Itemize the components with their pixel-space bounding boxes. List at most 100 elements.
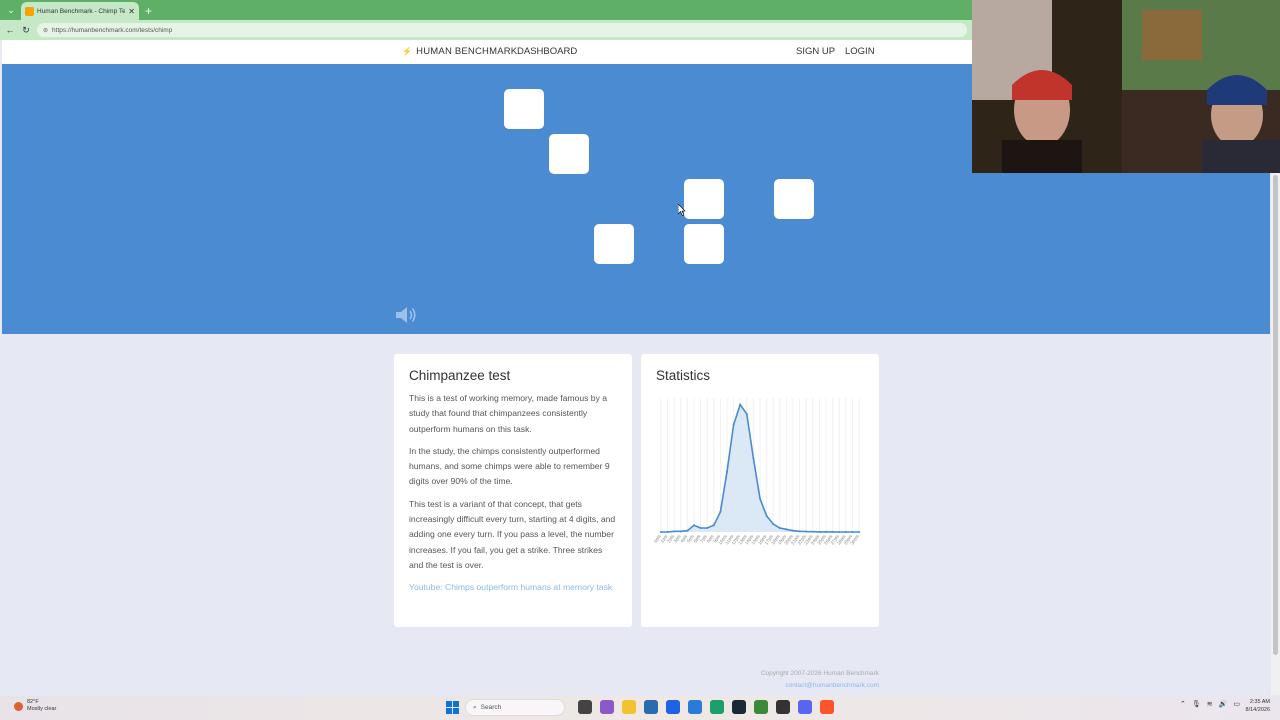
volume-icon[interactable]: 🔊	[1219, 700, 1228, 708]
tab-list-icon[interactable]: ⌄	[3, 2, 19, 18]
statistics-title: Statistics	[656, 368, 711, 383]
back-icon[interactable]: ←	[5, 25, 15, 35]
data-point	[785, 528, 788, 531]
new-tab-icon[interactable]: +	[145, 4, 152, 18]
data-point	[851, 531, 854, 533]
data-point	[739, 403, 742, 406]
footer: Copyright 2007-2026 Human Benchmark cont…	[761, 668, 879, 692]
dropbox-icon[interactable]	[666, 700, 680, 714]
browser-tab[interactable]: Human Benchmark - Chimp Te ✕	[21, 2, 139, 20]
number-tile[interactable]	[504, 89, 544, 129]
url-field[interactable]: ⊜ https://humanbenchmark.com/tests/chimp	[37, 23, 967, 37]
task-view-icon[interactable]	[578, 700, 592, 714]
steam-icon[interactable]	[732, 700, 746, 714]
data-point	[778, 526, 781, 529]
taskbar-search[interactable]: ⌕ Search	[465, 699, 565, 716]
clock-date: 8/14/2026	[1245, 706, 1270, 713]
weather-icon	[14, 701, 23, 711]
data-point	[660, 531, 662, 533]
mail-icon[interactable]	[688, 700, 702, 714]
data-point	[759, 497, 761, 500]
favicon-icon	[25, 6, 34, 16]
data-point	[712, 524, 715, 527]
statistics-card: Statistics 0pts 1pts 2pts 3pts 4pts 5pts 6pts 7…	[641, 354, 879, 627]
number-tile[interactable]	[774, 179, 814, 219]
reload-icon[interactable]: ↻	[21, 25, 31, 36]
about-title: Chimpanzee test	[409, 368, 511, 383]
clock-time: 2:35 AM	[1249, 699, 1270, 705]
data-point	[838, 531, 841, 533]
taskbar: 82°F Mostly clear ⌕ Search ⌃ 🎙 ≋ 🔊 ▭ 2:3…	[0, 696, 1280, 720]
weather-temp: 82°F	[27, 699, 39, 705]
data-point	[844, 531, 847, 533]
system-tray: ⌃ 🎙 ≋ 🔊 ▭	[1180, 700, 1240, 708]
page-scrollbar[interactable]	[1271, 173, 1280, 695]
windows-start-icon[interactable]	[446, 701, 459, 714]
weather-condition: Mostly clear	[27, 706, 57, 712]
number-tile[interactable]	[684, 224, 724, 264]
search-icon: ⌕	[473, 703, 477, 711]
about-paragraph-2: In the study, the chimps consistently ou…	[409, 445, 610, 487]
data-point	[772, 522, 775, 525]
wifi-icon[interactable]: ≋	[1207, 700, 1213, 708]
site-info-icon[interactable]: ⊜	[43, 27, 48, 34]
number-tile[interactable]	[549, 134, 589, 174]
copyright-text: Copyright 2007-2026 Human Benchmark	[760, 670, 879, 677]
data-point	[693, 524, 695, 527]
file-explorer-icon[interactable]	[622, 700, 636, 714]
mouse-cursor-icon	[678, 204, 686, 216]
signup-link[interactable]: SIGN UP	[796, 46, 835, 57]
data-point	[726, 470, 728, 473]
app-icon[interactable]	[776, 700, 790, 714]
data-point	[825, 530, 827, 533]
battery-icon[interactable]: ▭	[1233, 700, 1240, 708]
dashboard-link[interactable]: DASHBOARD	[517, 46, 577, 57]
webcam-feed-image	[972, 0, 1280, 173]
close-tab-icon[interactable]: ✕	[128, 7, 135, 16]
contact-link[interactable]: contact@humanbenchmark.com	[761, 680, 879, 692]
address-bar: ← ↻ ⊜ https://humanbenchmark.com/tests/c…	[0, 20, 972, 40]
about-card: Chimpanzee test This is a test of workin…	[394, 354, 632, 627]
data-point	[792, 529, 794, 532]
data-point	[858, 531, 860, 533]
bolt-icon: ⚡	[402, 47, 413, 56]
data-point	[811, 530, 814, 533]
data-point	[818, 530, 821, 533]
url-text: https://humanbenchmark.com/tests/chimp	[52, 26, 173, 34]
data-point	[805, 530, 808, 533]
number-tile[interactable]	[594, 224, 634, 264]
data-point	[798, 530, 801, 533]
discord-icon[interactable]	[798, 700, 812, 714]
taskbar-clock[interactable]: 2:35 AM 8/14/2026	[1246, 699, 1270, 714]
login-link[interactable]: LOGIN	[845, 46, 875, 57]
data-point	[686, 529, 689, 532]
data-point	[719, 510, 722, 513]
brave-icon[interactable]	[820, 700, 834, 714]
chrome-icon[interactable]	[754, 700, 768, 714]
search-placeholder: Search	[480, 704, 502, 711]
data-point	[679, 530, 682, 533]
data-point	[765, 514, 768, 517]
browser-tab-bar: ⌄ Human Benchmark - Chimp Te ✕ +	[0, 0, 972, 20]
tab-title: Human Benchmark - Chimp Te	[37, 7, 126, 15]
about-paragraph-1: This is a test of working memory, made f…	[409, 393, 608, 434]
youtube-link[interactable]: Youtube: Chimps outperform humans at mem…	[409, 580, 617, 595]
brand-link[interactable]: ⚡ HUMAN BENCHMARK	[402, 46, 517, 57]
statistics-chart: 0pts1pts2pts3pts4pts5pts6pts7pts8pts9pts…	[653, 398, 860, 546]
edge-icon[interactable]	[710, 700, 724, 714]
data-point	[699, 526, 702, 529]
x-tick-label: 30pts	[849, 533, 860, 545]
sound-icon[interactable]	[394, 304, 418, 326]
data-point	[732, 423, 735, 426]
data-point	[706, 526, 709, 529]
data-point	[745, 413, 748, 416]
weather-widget[interactable]: 82°F Mostly clear	[14, 699, 56, 713]
microphone-icon[interactable]: 🎙	[1192, 700, 1201, 708]
scrollbar-thumb[interactable]	[1273, 175, 1278, 655]
number-tile[interactable]	[684, 179, 724, 219]
calculator-icon[interactable]	[644, 700, 658, 714]
copilot-icon[interactable]	[600, 700, 614, 714]
data-point	[752, 457, 755, 460]
data-point	[673, 530, 676, 533]
tray-overflow-icon[interactable]: ⌃	[1180, 700, 1186, 708]
